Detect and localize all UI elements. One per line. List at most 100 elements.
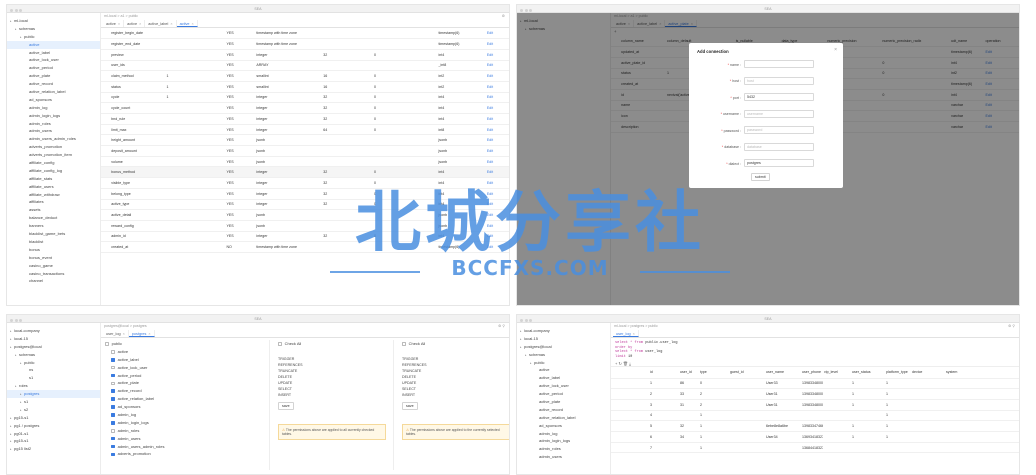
- edit-link[interactable]: Edit: [485, 220, 509, 232]
- tree-node[interactable]: admin_log: [517, 430, 610, 438]
- close-icon[interactable]: ×: [834, 47, 837, 53]
- close-icon[interactable]: ×: [139, 22, 141, 26]
- tree-node[interactable]: admin_roles: [517, 445, 610, 453]
- tree-node[interactable]: affiliate_users: [7, 183, 100, 191]
- tree-node[interactable]: ▸ schemas: [7, 351, 100, 359]
- table-row[interactable]: active_type YES integer 32 0 int4 Edit: [101, 199, 509, 211]
- tree-node[interactable]: affiliates: [7, 198, 100, 206]
- checkbox[interactable]: [111, 444, 115, 449]
- checkbox[interactable]: [111, 373, 115, 378]
- tree-node[interactable]: adverts_promotion_item: [7, 151, 100, 159]
- tree-node[interactable]: admin_log: [7, 104, 100, 112]
- edit-link[interactable]: Edit: [485, 209, 509, 221]
- edit-link[interactable]: Edit: [485, 38, 509, 50]
- row-checkbox[interactable]: [101, 156, 111, 168]
- save-button[interactable]: save: [278, 401, 294, 410]
- edit-link[interactable]: Edit: [485, 188, 509, 200]
- checkbox[interactable]: [111, 389, 115, 394]
- edit-link[interactable]: Edit: [485, 241, 509, 253]
- permission-table-item[interactable]: admin_log: [105, 411, 265, 419]
- tree-node[interactable]: admin_login_logs: [7, 112, 100, 120]
- name-input[interactable]: [744, 60, 814, 68]
- permission-table-item[interactable]: admin_users: [105, 435, 265, 443]
- checkbox[interactable]: [111, 421, 115, 425]
- tree-node[interactable]: ▸ s1: [7, 398, 100, 406]
- checkbox[interactable]: [111, 413, 115, 417]
- tree-node[interactable]: ▸ local-company: [7, 327, 100, 335]
- tab-1[interactable]: active ×: [124, 20, 146, 27]
- table-row[interactable]: claim_method 1 YES smallint 16 0 int2 Edit: [101, 70, 509, 82]
- tree-node[interactable]: affiliate_config: [7, 159, 100, 167]
- tree-node[interactable]: bonus_event: [7, 254, 100, 262]
- table-row[interactable]: limit_max YES integer 64 0 int8 Edit: [101, 124, 509, 136]
- permission-table-item[interactable]: active: [105, 348, 265, 356]
- tab-1[interactable]: postgres ×: [128, 330, 155, 337]
- row-checkbox[interactable]: [101, 188, 111, 200]
- close-icon[interactable]: ×: [170, 22, 172, 26]
- permission-item[interactable]: INSERT: [278, 392, 391, 398]
- tree-node[interactable]: admin_login_logs: [517, 437, 610, 445]
- row-checkbox[interactable]: [101, 134, 111, 147]
- permission-table-item[interactable]: active_record: [105, 387, 265, 395]
- row-select-cell[interactable]: [611, 420, 619, 432]
- submit-button[interactable]: submit: [751, 173, 770, 181]
- permission-table-item[interactable]: active_label: [105, 356, 265, 364]
- username-input[interactable]: [744, 109, 814, 118]
- row-select-cell[interactable]: [611, 388, 619, 400]
- row-select-cell[interactable]: [611, 410, 619, 422]
- password-input[interactable]: [744, 126, 814, 134]
- tree-node[interactable]: casino_transactions: [7, 270, 100, 278]
- table-row[interactable]: 2 33 2 User31 13983348000 1 1: [611, 388, 1019, 400]
- tab-0[interactable]: user_log ×: [103, 330, 129, 337]
- permission-table-item[interactable]: admin_users_admin_roles: [105, 443, 265, 451]
- close-icon[interactable]: ×: [191, 22, 193, 26]
- tree-node[interactable]: active_plate: [517, 398, 610, 406]
- column-header[interactable]: system: [945, 367, 1019, 379]
- permission-table-item[interactable]: admin_roles: [105, 427, 265, 435]
- table-row[interactable]: volume YES jsonb jsonb Edit: [101, 156, 509, 168]
- tree-node[interactable]: ▸ pg15-s1: [7, 437, 100, 445]
- edit-link[interactable]: Edit: [485, 49, 509, 61]
- tree-node[interactable]: ad_sponsors: [7, 96, 100, 104]
- tree-node[interactable]: ▸ pg01-s1: [7, 430, 100, 438]
- column-header[interactable]: type: [699, 367, 729, 379]
- tree-node[interactable]: ▸ pg1 / postgres: [7, 422, 100, 430]
- tree-node[interactable]: channel: [7, 277, 100, 285]
- tree-node[interactable]: s1: [7, 374, 100, 382]
- table-row[interactable]: preview YES integer 32 0 int4 Edit: [101, 49, 509, 61]
- tree-node[interactable]: assets: [7, 206, 100, 214]
- header-select-cell[interactable]: [611, 367, 619, 379]
- table-row[interactable]: active_detail YES jsonb jsonb Edit: [101, 209, 509, 221]
- close-icon[interactable]: ×: [148, 332, 150, 336]
- tree-node[interactable]: affiliate_withdraw: [7, 191, 100, 199]
- table-row[interactable]: cycle_count YES integer 32 0 int4 Edit: [101, 102, 509, 114]
- tree-node[interactable]: adverts_promotion: [7, 143, 100, 151]
- permission-table-item[interactable]: active_lock_user: [105, 364, 265, 372]
- tree-node[interactable]: blacklist_game_bets: [7, 230, 100, 238]
- checkbox[interactable]: [111, 428, 115, 433]
- tab-0[interactable]: user_log ×: [613, 330, 639, 337]
- checkbox[interactable]: [111, 436, 115, 441]
- tree-node[interactable]: active_period: [517, 390, 610, 398]
- tree-node[interactable]: ▸ postgres@local: [7, 343, 100, 351]
- row-checkbox[interactable]: [101, 102, 111, 114]
- port-input[interactable]: [744, 93, 814, 101]
- tree-node[interactable]: active_record: [7, 80, 100, 88]
- tree-node[interactable]: blacklist: [7, 238, 100, 246]
- result-toolbar[interactable]: + ↻ 🗑 ⤓: [611, 360, 1019, 368]
- column-header[interactable]: vip_level: [823, 367, 851, 379]
- tree-node[interactable]: active_period: [7, 64, 100, 72]
- row-checkbox[interactable]: [101, 92, 111, 104]
- edit-link[interactable]: Edit: [485, 60, 509, 72]
- tree-node[interactable]: active_record: [517, 406, 610, 414]
- dialect-input[interactable]: [744, 159, 814, 167]
- tree-node[interactable]: affiliate_config_log: [7, 167, 100, 175]
- row-checkbox[interactable]: [101, 231, 111, 243]
- row-checkbox[interactable]: [101, 241, 111, 253]
- tab-0[interactable]: active ×: [103, 20, 125, 27]
- check-all[interactable]: Check All: [402, 340, 509, 348]
- tree-node[interactable]: ad_sponsors: [517, 422, 610, 430]
- close-icon[interactable]: ×: [633, 332, 635, 336]
- tree-node[interactable]: ▸ schemas: [7, 25, 100, 33]
- sql-editor[interactable]: select * from public.user_log order by se…: [611, 338, 1019, 360]
